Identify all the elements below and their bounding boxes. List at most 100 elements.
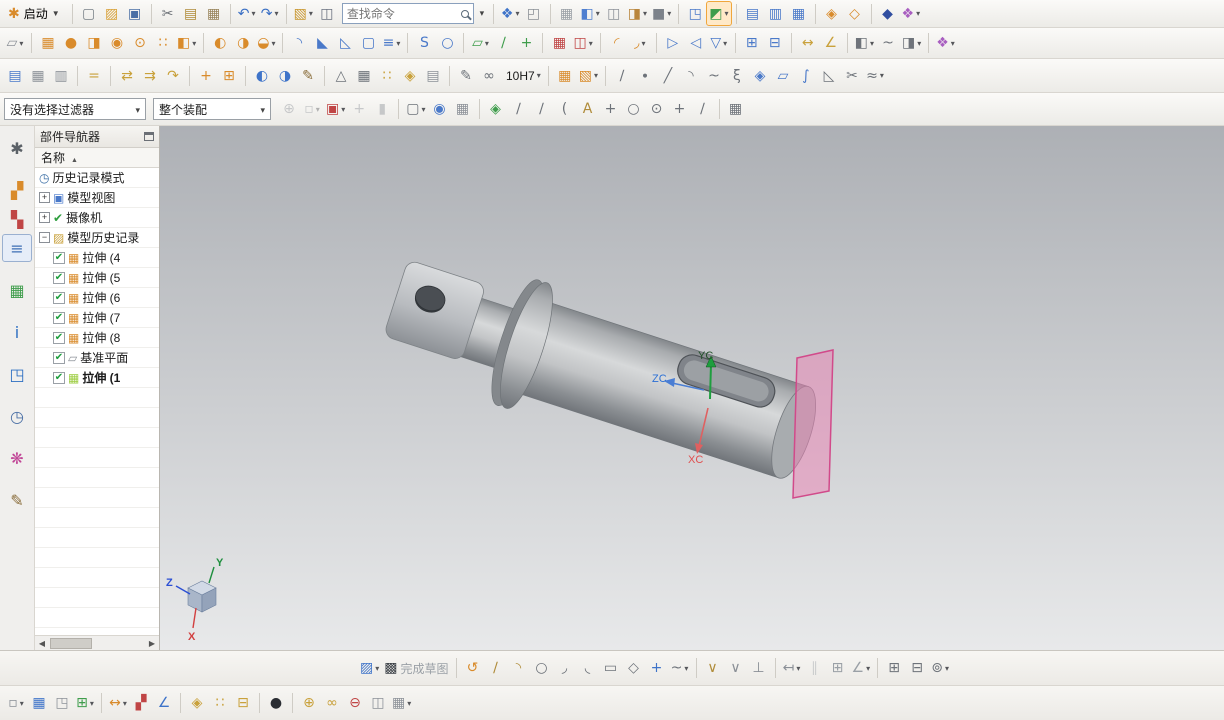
viewport-canvas[interactable]: ZC YC XC Z Y X (160, 126, 1224, 650)
collaborate-icon[interactable]: ▥ ▾ (765, 2, 787, 25)
layer-settings-icon[interactable]: ▤ ▾ (4, 64, 26, 87)
command-finder-dropdown[interactable] (476, 3, 488, 24)
suppress-checkbox[interactable]: ✔ (53, 371, 65, 384)
command-finder-input[interactable] (346, 6, 461, 21)
wcs-dynamics-icon[interactable]: + ▾ (195, 64, 217, 87)
scrollbar-thumb[interactable] (50, 637, 92, 649)
assembly-cut-icon[interactable]: ▦ ▾ (390, 692, 413, 715)
point-set-icon[interactable]: ∙ ▾ (634, 64, 656, 87)
constraint-navigator-tab[interactable]: ▚ (3, 206, 31, 232)
mirror-assembly-icon[interactable]: ⊟ ▾ (232, 692, 254, 715)
isometric-cube-icon[interactable]: ▦ ▾ (556, 2, 578, 25)
reuse-library-tab[interactable]: ▦ (3, 277, 31, 303)
sheet-body-icon[interactable]: ◺ ▾ (818, 64, 840, 87)
section-view-icon[interactable]: ◧ ▾ (853, 32, 876, 55)
analysis-tools-icon[interactable]: ◇ ▾ (844, 2, 866, 25)
studio-spline-icon[interactable]: ~ ▾ (703, 64, 725, 87)
snap-control-point-icon[interactable]: ( ▾ (554, 98, 576, 121)
redo-icon[interactable]: ↷ ▾ (259, 2, 281, 25)
wave-geometry-linker-icon[interactable]: ● ▾ (265, 692, 287, 715)
shaded-view-icon[interactable]: ◧ ▾ (579, 2, 602, 25)
pivot-icon[interactable]: ⊕ ▾ (278, 98, 300, 121)
angle-dim-icon[interactable]: ∠ ▾ (850, 657, 873, 680)
edge-blend-icon[interactable]: ◝ ▾ (288, 32, 310, 55)
arc-curve-icon[interactable]: ◝ ▾ (680, 64, 702, 87)
copy-icon[interactable]: ▤ ▾ (180, 2, 202, 25)
solid-cube-icon[interactable]: ▦ ▾ (452, 98, 474, 121)
assembly-navigator-tab[interactable]: ▞ (3, 177, 31, 203)
delete-face-icon[interactable]: ▽ ▾ (708, 32, 730, 55)
four-point-surface-icon[interactable]: ▱ ▾ (772, 64, 794, 87)
tree-item-extrude-7[interactable]: ✔ ▦ 拉伸 (7 (35, 308, 159, 328)
boolean-cubes-alt-icon[interactable]: ▧ ▾ (577, 64, 600, 87)
block-icon[interactable]: ▦ ▾ (37, 32, 59, 55)
selection-scope-dropdown[interactable]: 整个装配 (153, 98, 271, 120)
polygon-icon[interactable]: ◇ ▾ (623, 657, 645, 680)
bend-icon[interactable]: ◜ ▾ (606, 32, 628, 55)
expressions-icon[interactable]: = ▾ (83, 64, 105, 87)
process-studio-tab[interactable]: ❋ (3, 445, 31, 471)
chamfer-icon[interactable]: ◟ ▾ (577, 657, 599, 680)
finish-sketch-button[interactable]: ▩ 完成草图 ▾ (382, 657, 450, 680)
chamfer-icon[interactable]: ◣ ▾ (311, 32, 333, 55)
tree-item-extrude-5[interactable]: ✔ ▦ 拉伸 (5 (35, 268, 159, 288)
thread-icon[interactable]: ≡ ▾ (380, 32, 402, 55)
wireframe-cube-icon[interactable]: ◫ ▾ (603, 2, 625, 25)
tree-item-extrude-6[interactable]: ✔ ▦ 拉伸 (6 (35, 288, 159, 308)
part-family-icon[interactable]: ▦ ▾ (788, 2, 810, 25)
immediate-hide-icon[interactable]: ◑ ▾ (274, 64, 296, 87)
snap-point-on-curve-icon[interactable]: ∕ ▾ (692, 98, 714, 121)
constraint-icon[interactable]: ∨ ▾ (725, 657, 747, 680)
move-component-icon[interactable]: ↔ ▾ (107, 692, 129, 715)
expander-icon[interactable] (39, 232, 50, 243)
tree-item-extrude-8[interactable]: ✔ ▦ 拉伸 (8 (35, 328, 159, 348)
synchronous-modeling-icon[interactable]: ◈ ▾ (399, 64, 421, 87)
edit-object-display-icon[interactable]: ✎ ▾ (297, 64, 319, 87)
new-file-icon[interactable]: ▢ ▾ (78, 2, 100, 25)
selection-filter-dropdown[interactable]: 没有选择过滤器 (4, 98, 146, 120)
grab-icon[interactable]: ▮ ▾ (371, 98, 393, 121)
snap-quadrant-icon[interactable]: ⊙ ▾ (646, 98, 668, 121)
touch-mode-icon[interactable]: ◰ ▾ (523, 2, 545, 25)
show-degrees-of-freedom-icon[interactable]: ∠ ▾ (153, 692, 175, 715)
navigator-horizontal-scrollbar[interactable] (35, 635, 159, 650)
extrude-icon[interactable]: ◨ ▾ (83, 32, 105, 55)
suppress-checkbox[interactable]: ✔ (53, 311, 65, 324)
touch-pen-tab[interactable]: ✎ (3, 487, 31, 513)
suppress-checkbox[interactable]: ✔ (53, 351, 65, 364)
assembly-sequence-icon[interactable]: ▤ ▾ (742, 2, 764, 25)
part-navigator-tab[interactable]: ≡ (2, 234, 32, 262)
subtract-icon[interactable]: ◑ ▾ (232, 32, 254, 55)
export-icon[interactable]: ▧ ▾ (292, 2, 315, 25)
grid-icon[interactable]: ▦ ▾ (353, 64, 375, 87)
interpart-link-icon[interactable]: ⊕ ▾ (298, 692, 320, 715)
suppress-checkbox[interactable]: ✔ (53, 251, 65, 264)
tree-item-cameras[interactable]: ✔ ✔ 摄像机 (35, 208, 159, 228)
web-browser-tab[interactable]: ◳ (3, 361, 31, 387)
transform-icon[interactable]: ↷ ▾ (162, 64, 184, 87)
suppress-checkbox[interactable]: ✔ (53, 331, 65, 344)
note-icon[interactable]: ▤ ▾ (422, 64, 444, 87)
undo-icon[interactable]: ↶ ▾ (236, 2, 258, 25)
limits-fits-button[interactable]: 10H7 ▾ (501, 64, 543, 87)
copy-object-icon[interactable]: ⇉ ▾ (139, 64, 161, 87)
trim-sheet-icon[interactable]: ✂ ▾ (841, 64, 863, 87)
red-frame-icon[interactable]: ▣ ▾ (324, 98, 347, 121)
repeat-command-icon[interactable]: ◫ ▾ (316, 2, 338, 25)
menu-grid-icon[interactable]: ▦ ▾ (725, 98, 747, 121)
sweep-surface-icon[interactable]: ∫ ▾ (795, 64, 817, 87)
fillet-icon[interactable]: ◞ ▾ (554, 657, 576, 680)
circle-icon[interactable]: ○ ▾ (531, 657, 553, 680)
datum-axis-icon[interactable]: ∕ ▾ (492, 32, 514, 55)
graphics-window[interactable]: ZC YC XC Z Y X (160, 126, 1224, 650)
show-hide-icon[interactable]: ◐ ▾ (251, 64, 273, 87)
snap-pole-icon[interactable]: A ▾ (577, 98, 599, 121)
find-component-icon[interactable]: ▦ ▾ (28, 692, 50, 715)
snap-intersection-icon[interactable]: + ▾ (600, 98, 622, 121)
display-mode-icon[interactable]: ■ ▾ (650, 2, 673, 25)
suppress-checkbox[interactable]: ✔ (53, 291, 65, 304)
point-icon[interactable]: + ▾ (646, 657, 668, 680)
history-tab[interactable]: ◷ (3, 403, 31, 429)
tree-item-model-history[interactable]: ✔ ▨ 模型历史记录 (35, 228, 159, 248)
break-link-icon[interactable]: ⊖ ▾ (344, 692, 366, 715)
